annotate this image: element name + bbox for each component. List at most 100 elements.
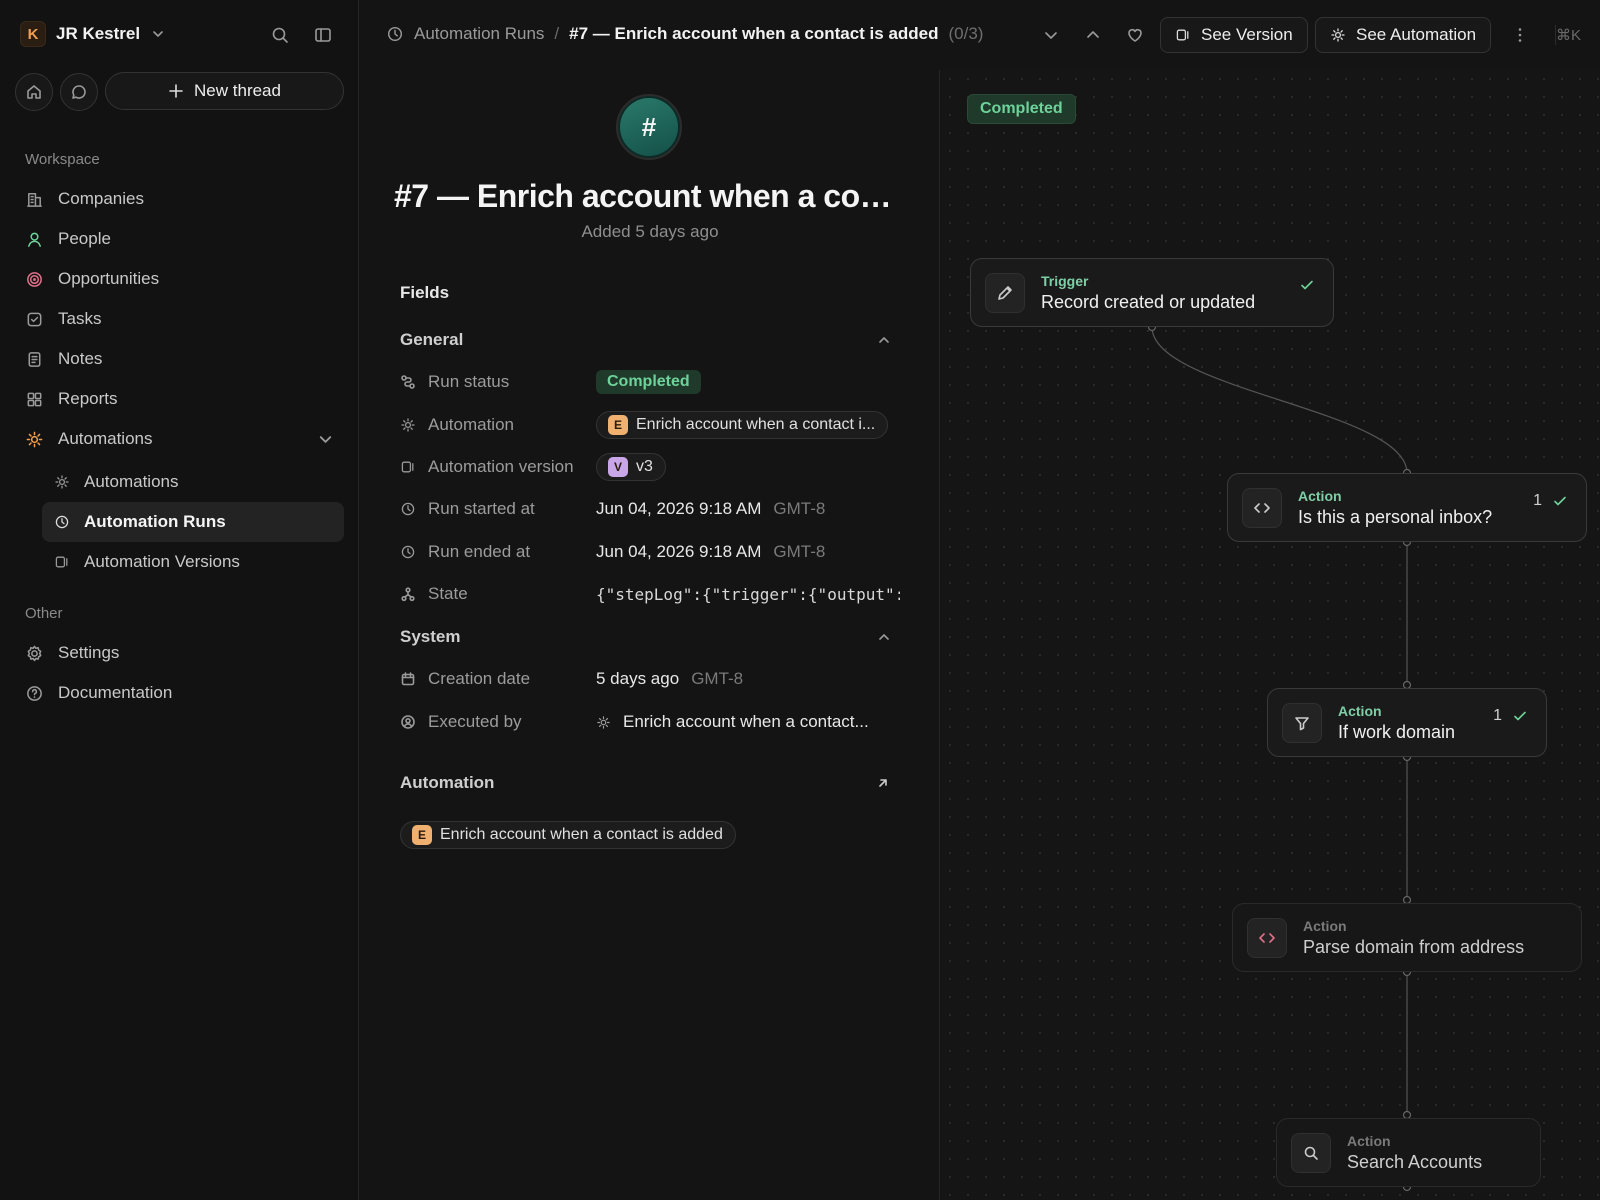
sidebar-subitem-automation-versions[interactable]: Automation Versions (42, 542, 344, 582)
see-automation-label: See Automation (1356, 25, 1477, 44)
run-started-value[interactable]: Jun 04, 2026 9:18 AM GMT-8 (596, 499, 900, 519)
automation-relation-header[interactable]: Automation (400, 773, 900, 793)
executed-by-value[interactable]: Enrich account when a contact... (596, 712, 900, 732)
fields-heading: Fields (400, 283, 450, 302)
check-icon (1554, 496, 1566, 506)
run-ended-value[interactable]: Jun 04, 2026 9:18 AM GMT-8 (596, 542, 900, 562)
sidebar-item-label: Tasks (58, 309, 102, 328)
automation-relation-label: Enrich account when a contact is added (440, 826, 723, 843)
version-chip[interactable]: Vv3 (596, 453, 666, 481)
breadcrumb: Automation Runs / #7 — Enrich account wh… (386, 24, 983, 44)
record-subtitle: Added 5 days ago (581, 222, 719, 241)
field-label: Run ended at (428, 542, 531, 561)
flow-node-trigger[interactable]: Trigger Record created or updated (970, 258, 1334, 327)
sidebar-item-companies[interactable]: Companies (25, 184, 144, 214)
field-state: State {"stepLog":{"trigger":{"output":{ (400, 579, 900, 609)
record-title[interactable]: #7 — Enrich account when a contact is ad… (394, 178, 906, 215)
next-record-icon[interactable] (1041, 25, 1061, 45)
field-run-ended: Run ended at Jun 04, 2026 9:18 AM GMT-8 (400, 537, 900, 567)
sidebar-subitem-automations[interactable]: Automations (42, 462, 344, 502)
field-label: Automation version (428, 457, 574, 476)
timezone: GMT-8 (691, 669, 744, 688)
workspace-switcher[interactable]: K JR Kestrel (20, 21, 166, 47)
run-status-badge[interactable]: Completed (596, 370, 701, 394)
automation-relation: E Enrich account when a contact is added (400, 821, 736, 849)
heart-icon[interactable] (1125, 25, 1145, 45)
sidebar-item-reports[interactable]: Reports (25, 384, 118, 414)
chat-button[interactable] (60, 73, 98, 111)
check-icon (1514, 711, 1526, 721)
field-run-started: Run started at Jun 04, 2026 9:18 AM GMT-8 (400, 494, 900, 524)
field-label: Automation (428, 415, 514, 434)
more-options-icon[interactable] (1510, 25, 1530, 45)
new-thread-button[interactable]: New thread (105, 72, 344, 110)
general-group-header[interactable]: General (400, 330, 900, 350)
creation-date-value: 5 days ago (596, 669, 680, 688)
sidebar-toggle-icon[interactable] (313, 25, 333, 45)
sidebar-item-label: Reports (58, 389, 118, 408)
sidebar-item-notes[interactable]: Notes (25, 344, 102, 374)
version-letter-avatar: V (608, 457, 628, 477)
executed-by-label: Enrich account when a contact... (623, 712, 869, 731)
system-group-header[interactable]: System (400, 627, 900, 647)
sidebar-item-label: Automation Versions (84, 552, 240, 571)
flow-node-action[interactable]: Action Parse domain from address (1232, 903, 1582, 972)
automation-chip-label: Enrich account when a contact i... (636, 416, 876, 433)
see-version-label: See Version (1201, 25, 1293, 44)
version-icon (401, 461, 414, 473)
note-icon (28, 351, 41, 367)
node-title: Parse domain from address (1303, 936, 1525, 957)
see-version-button[interactable]: See Version (1160, 17, 1308, 53)
node-kind: Action (1347, 1132, 1391, 1149)
sidebar-item-label: Documentation (58, 683, 173, 702)
timezone: GMT-8 (773, 542, 826, 561)
code-icon (1259, 932, 1275, 943)
sun-gear-icon (55, 475, 69, 489)
clock-icon (401, 545, 415, 559)
plus-icon (169, 84, 183, 98)
calendar-icon (401, 672, 415, 686)
workflow-diagram[interactable]: Completed Trigger Record created or upda… (941, 70, 1600, 1200)
previous-record-icon[interactable] (1083, 25, 1103, 45)
sidebar-item-people[interactable]: People (25, 224, 111, 254)
sidebar-item-settings[interactable]: Settings (25, 638, 119, 668)
sidebar-subitem-automation-runs[interactable]: Automation Runs (42, 502, 344, 542)
target-icon (27, 271, 42, 287)
sidebar-item-tasks[interactable]: Tasks (25, 304, 101, 334)
arrow-up-right-icon[interactable] (876, 776, 890, 790)
help-circle-icon (27, 685, 42, 701)
chevron-down-icon (153, 31, 163, 37)
see-automation-button[interactable]: See Automation (1315, 17, 1492, 53)
sun-gear-icon (597, 715, 610, 729)
run-ended-date: Jun 04, 2026 9:18 AM (596, 542, 762, 561)
node-run-count: 1 (1533, 492, 1542, 509)
search-icon[interactable] (270, 25, 290, 45)
field-label: Run status (428, 372, 510, 391)
sidebar-item-documentation[interactable]: Documentation (25, 678, 172, 708)
automation-section-heading: Automation (400, 773, 495, 792)
system-heading: System (400, 627, 461, 646)
flow-node-action[interactable]: Action If work domain 1 (1267, 688, 1547, 757)
home-button[interactable] (15, 73, 53, 111)
sidebar-item-label: Opportunities (58, 269, 160, 288)
sidebar-item-opportunities[interactable]: Opportunities (25, 264, 159, 294)
node-kind: Action (1298, 487, 1342, 504)
clock-icon (401, 502, 415, 516)
flow-node-action[interactable]: Action Is this a personal inbox? 1 (1227, 473, 1587, 542)
sidebar-item-label: People (58, 229, 111, 248)
sidebar-item-label: Notes (58, 349, 103, 368)
command-shortcut[interactable]: ⌘K (1556, 26, 1581, 44)
connector-edge (1151, 326, 1408, 474)
automation-chip[interactable]: E Enrich account when a contact i... (596, 411, 889, 439)
chevron-up-icon (879, 337, 889, 343)
workflow-connectors (1147, 322, 1412, 1192)
breadcrumb-parent[interactable]: Automation Runs (414, 24, 544, 44)
sidebar-item-automations[interactable]: Automations (25, 424, 335, 454)
state-json-value[interactable]: {"stepLog":{"trigger":{"output":{ (596, 585, 900, 604)
flow-node-action[interactable]: Action Search Accounts (1276, 1118, 1541, 1187)
user-circle-icon (401, 715, 415, 729)
automation-relation-chip[interactable]: E Enrich account when a contact is added (400, 821, 736, 849)
sidebar: K JR Kestrel New thread Workspace Compan… (0, 0, 359, 1200)
node-title: Is this a personal inbox? (1298, 506, 1493, 527)
check-icon (1301, 280, 1313, 290)
